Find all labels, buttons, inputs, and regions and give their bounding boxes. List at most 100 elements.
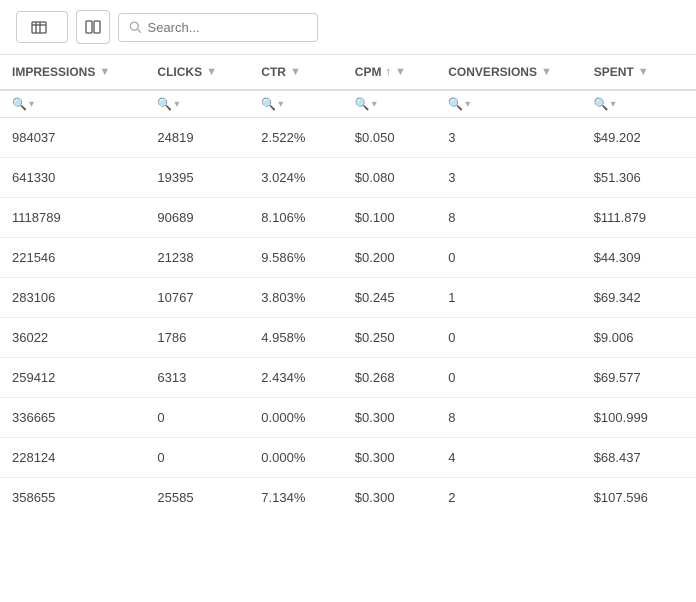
cell-ctr-0: 2.522% bbox=[249, 118, 342, 158]
table-row: 984037248192.522%$0.0503$49.202 bbox=[0, 118, 696, 158]
col-label-clicks: CLICKS bbox=[157, 65, 202, 79]
filter-dropdown-icon: ▾ bbox=[611, 99, 616, 110]
cell-cpm-6: $0.268 bbox=[343, 358, 436, 398]
cell-cpm-4: $0.245 bbox=[343, 278, 436, 318]
table-body: 984037248192.522%$0.0503$49.202641330193… bbox=[0, 118, 696, 518]
filter-cell-conversions[interactable]: 🔍▾ bbox=[436, 90, 581, 118]
cell-ctr-8: 0.000% bbox=[249, 438, 342, 478]
cell-spent-4: $69.342 bbox=[582, 278, 696, 318]
sort-asc-icon[interactable]: ↑ bbox=[385, 66, 391, 78]
cell-spent-1: $51.306 bbox=[582, 158, 696, 198]
filter-search-icon: 🔍 bbox=[261, 97, 276, 111]
table-row: 22812400.000%$0.3004$68.437 bbox=[0, 438, 696, 478]
cell-clicks-5: 1786 bbox=[145, 318, 249, 358]
filter-dropdown-icon: ▾ bbox=[29, 99, 34, 110]
cell-ctr-5: 4.958% bbox=[249, 318, 342, 358]
cell-spent-3: $44.309 bbox=[582, 238, 696, 278]
col-label-conversions: CONVERSIONS bbox=[448, 65, 537, 79]
cell-conversions-0: 3 bbox=[436, 118, 581, 158]
col-label-ctr: CTR bbox=[261, 65, 286, 79]
cell-spent-2: $111.879 bbox=[582, 198, 696, 238]
col-label-spent: SPENT bbox=[594, 65, 634, 79]
cell-conversions-5: 0 bbox=[436, 318, 581, 358]
cell-impressions-6: 259412 bbox=[0, 358, 145, 398]
col-label-impressions: IMPRESSIONS bbox=[12, 65, 95, 79]
cell-impressions-2: 1118789 bbox=[0, 198, 145, 238]
filter-cell-ctr[interactable]: 🔍▾ bbox=[249, 90, 342, 118]
col-label-cpm: CPM bbox=[355, 65, 382, 79]
cell-conversions-2: 8 bbox=[436, 198, 581, 238]
cell-ctr-1: 3.024% bbox=[249, 158, 342, 198]
filter-icon-ctr[interactable]: ▼ bbox=[290, 66, 301, 78]
search-box[interactable] bbox=[118, 13, 318, 42]
cell-spent-8: $68.437 bbox=[582, 438, 696, 478]
cell-conversions-6: 0 bbox=[436, 358, 581, 398]
cell-impressions-5: 36022 bbox=[0, 318, 145, 358]
filter-search-icon: 🔍 bbox=[594, 97, 609, 111]
table-header: IMPRESSIONS ▼ CLICKS ▼ CTR ▼ CPM↑ ▼ CONVERSIONS ▼… bbox=[0, 55, 696, 90]
cell-clicks-6: 6313 bbox=[145, 358, 249, 398]
cell-conversions-8: 4 bbox=[436, 438, 581, 478]
filter-dropdown-icon: ▾ bbox=[174, 99, 179, 110]
filter-cell-cpm[interactable]: 🔍▾ bbox=[343, 90, 436, 118]
col-header-conversions[interactable]: CONVERSIONS ▼ bbox=[436, 55, 581, 90]
cell-conversions-1: 3 bbox=[436, 158, 581, 198]
col-header-ctr[interactable]: CTR ▼ bbox=[249, 55, 342, 90]
cell-conversions-4: 1 bbox=[436, 278, 581, 318]
cell-spent-6: $69.577 bbox=[582, 358, 696, 398]
filter-cell-clicks[interactable]: 🔍▾ bbox=[145, 90, 249, 118]
cell-spent-7: $100.999 bbox=[582, 398, 696, 438]
cell-clicks-1: 19395 bbox=[145, 158, 249, 198]
table-row: 25941263132.434%$0.2680$69.577 bbox=[0, 358, 696, 398]
filter-cell-impressions[interactable]: 🔍▾ bbox=[0, 90, 145, 118]
col-header-spent[interactable]: SPENT ▼ bbox=[582, 55, 696, 90]
col-header-clicks[interactable]: CLICKS ▼ bbox=[145, 55, 249, 90]
toolbar bbox=[0, 0, 696, 55]
cell-impressions-8: 228124 bbox=[0, 438, 145, 478]
cell-ctr-7: 0.000% bbox=[249, 398, 342, 438]
filter-icon-spent[interactable]: ▼ bbox=[638, 66, 649, 78]
cell-clicks-4: 10767 bbox=[145, 278, 249, 318]
cell-spent-9: $107.596 bbox=[582, 478, 696, 518]
cell-cpm-2: $0.100 bbox=[343, 198, 436, 238]
filter-icon-clicks[interactable]: ▼ bbox=[206, 66, 217, 78]
search-input[interactable] bbox=[148, 20, 307, 35]
cell-clicks-2: 90689 bbox=[145, 198, 249, 238]
cell-cpm-8: $0.300 bbox=[343, 438, 436, 478]
columns-icon bbox=[85, 19, 101, 35]
cell-cpm-1: $0.080 bbox=[343, 158, 436, 198]
table-row: 641330193953.024%$0.0803$51.306 bbox=[0, 158, 696, 198]
filter-icon-impressions[interactable]: ▼ bbox=[99, 66, 110, 78]
cell-ctr-9: 7.134% bbox=[249, 478, 342, 518]
export-button[interactable] bbox=[16, 11, 68, 43]
table-row: 3602217864.958%$0.2500$9.006 bbox=[0, 318, 696, 358]
search-icon bbox=[129, 20, 142, 34]
cell-ctr-2: 8.106% bbox=[249, 198, 342, 238]
cell-impressions-1: 641330 bbox=[0, 158, 145, 198]
table-row: 221546212389.586%$0.2000$44.309 bbox=[0, 238, 696, 278]
filter-cell-spent[interactable]: 🔍▾ bbox=[582, 90, 696, 118]
cell-impressions-4: 283106 bbox=[0, 278, 145, 318]
table-row: 358655255857.134%$0.3002$107.596 bbox=[0, 478, 696, 518]
cell-clicks-7: 0 bbox=[145, 398, 249, 438]
cell-impressions-7: 336665 bbox=[0, 398, 145, 438]
table-row: 33666500.000%$0.3008$100.999 bbox=[0, 398, 696, 438]
table-row: 283106107673.803%$0.2451$69.342 bbox=[0, 278, 696, 318]
filter-icon-conversions[interactable]: ▼ bbox=[541, 66, 552, 78]
cell-conversions-9: 2 bbox=[436, 478, 581, 518]
cell-cpm-7: $0.300 bbox=[343, 398, 436, 438]
columns-button[interactable] bbox=[76, 10, 110, 44]
cell-clicks-8: 0 bbox=[145, 438, 249, 478]
cell-clicks-0: 24819 bbox=[145, 118, 249, 158]
col-header-impressions[interactable]: IMPRESSIONS ▼ bbox=[0, 55, 145, 90]
filter-search-icon: 🔍 bbox=[448, 97, 463, 111]
cell-cpm-9: $0.300 bbox=[343, 478, 436, 518]
data-table: IMPRESSIONS ▼ CLICKS ▼ CTR ▼ CPM↑ ▼ CONVERSIONS ▼… bbox=[0, 55, 696, 517]
col-header-cpm[interactable]: CPM↑ ▼ bbox=[343, 55, 436, 90]
cell-impressions-3: 221546 bbox=[0, 238, 145, 278]
cell-ctr-6: 2.434% bbox=[249, 358, 342, 398]
cell-cpm-0: $0.050 bbox=[343, 118, 436, 158]
filter-icon-cpm[interactable]: ▼ bbox=[395, 66, 406, 78]
cell-impressions-9: 358655 bbox=[0, 478, 145, 518]
filter-search-icon: 🔍 bbox=[12, 97, 27, 111]
